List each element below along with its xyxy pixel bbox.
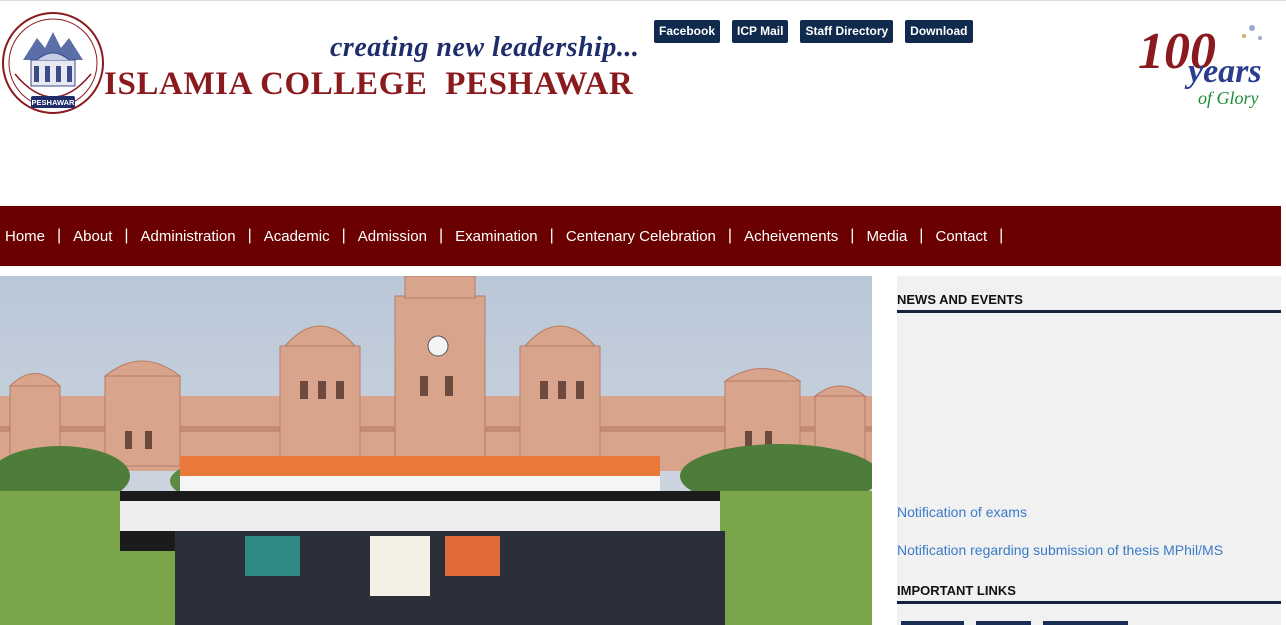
facebook-link[interactable]: Facebook — [654, 20, 721, 43]
anniversary-word: years — [1184, 53, 1262, 90]
icp-mail-link[interactable]: ICP Mail — [732, 20, 789, 43]
college-logo[interactable]: PESHAWAR — [1, 10, 105, 116]
page: PESHAWAR creating new leadership... ISLA… — [0, 0, 1286, 625]
important-links-heading: IMPORTANT LINKS — [897, 583, 1281, 604]
nav-separator: | — [247, 227, 252, 244]
nav-separator: | — [438, 227, 444, 244]
news-item-thesis[interactable]: Notification regarding submission of the… — [897, 542, 1223, 558]
nav-achievements[interactable]: Acheivements — [744, 228, 838, 245]
hero-slideshow-image[interactable] — [0, 276, 872, 625]
nav-separator: | — [919, 227, 924, 244]
nav-separator: | — [727, 227, 733, 244]
staff-directory-link[interactable]: Staff Directory — [800, 20, 894, 43]
nav-separator: | — [57, 227, 62, 244]
sidebar: NEWS AND EVENTS Notification of exams No… — [897, 276, 1281, 625]
centenary-logo: 100 years of Glory — [1138, 23, 1262, 108]
anniversary-tag: of Glory — [1198, 88, 1259, 108]
nav-admission[interactable]: Admission — [358, 228, 427, 245]
nav-separator: | — [850, 227, 855, 244]
nav-home[interactable]: Home — [5, 228, 45, 245]
tagline: creating new leadership... — [330, 32, 640, 63]
top-border — [0, 0, 1286, 1]
nav-separator: | — [549, 227, 554, 244]
top-links: Facebook ICP Mail Staff Directory Downlo… — [654, 20, 985, 43]
nav-contact[interactable]: Contact — [935, 228, 987, 245]
nav-media[interactable]: Media — [866, 228, 907, 245]
news-item-exams[interactable]: Notification of exams — [897, 504, 1027, 520]
nav-separator: | — [124, 227, 129, 244]
important-link-button[interactable] — [976, 621, 1031, 625]
news-heading: NEWS AND EVENTS — [897, 292, 1281, 313]
nav-separator: | — [341, 227, 346, 244]
download-link[interactable]: Download — [905, 20, 973, 43]
important-link-button[interactable] — [1043, 621, 1128, 625]
important-link-button[interactable] — [901, 621, 964, 625]
logo-label: PESHAWAR — [32, 98, 76, 107]
nav-centenary-celebration[interactable]: Centenary Celebration — [566, 228, 716, 245]
nav-administration[interactable]: Administration — [141, 228, 236, 245]
main-navigation: Home | About | Administration | Academic… — [0, 206, 1281, 266]
college-name[interactable]: ISLAMIA COLLEGE PESHAWAR — [104, 66, 633, 103]
nav-about[interactable]: About — [73, 228, 112, 245]
nav-academic[interactable]: Academic — [264, 228, 330, 245]
nav-separator: | — [999, 227, 1004, 244]
nav-examination[interactable]: Examination — [455, 228, 538, 245]
